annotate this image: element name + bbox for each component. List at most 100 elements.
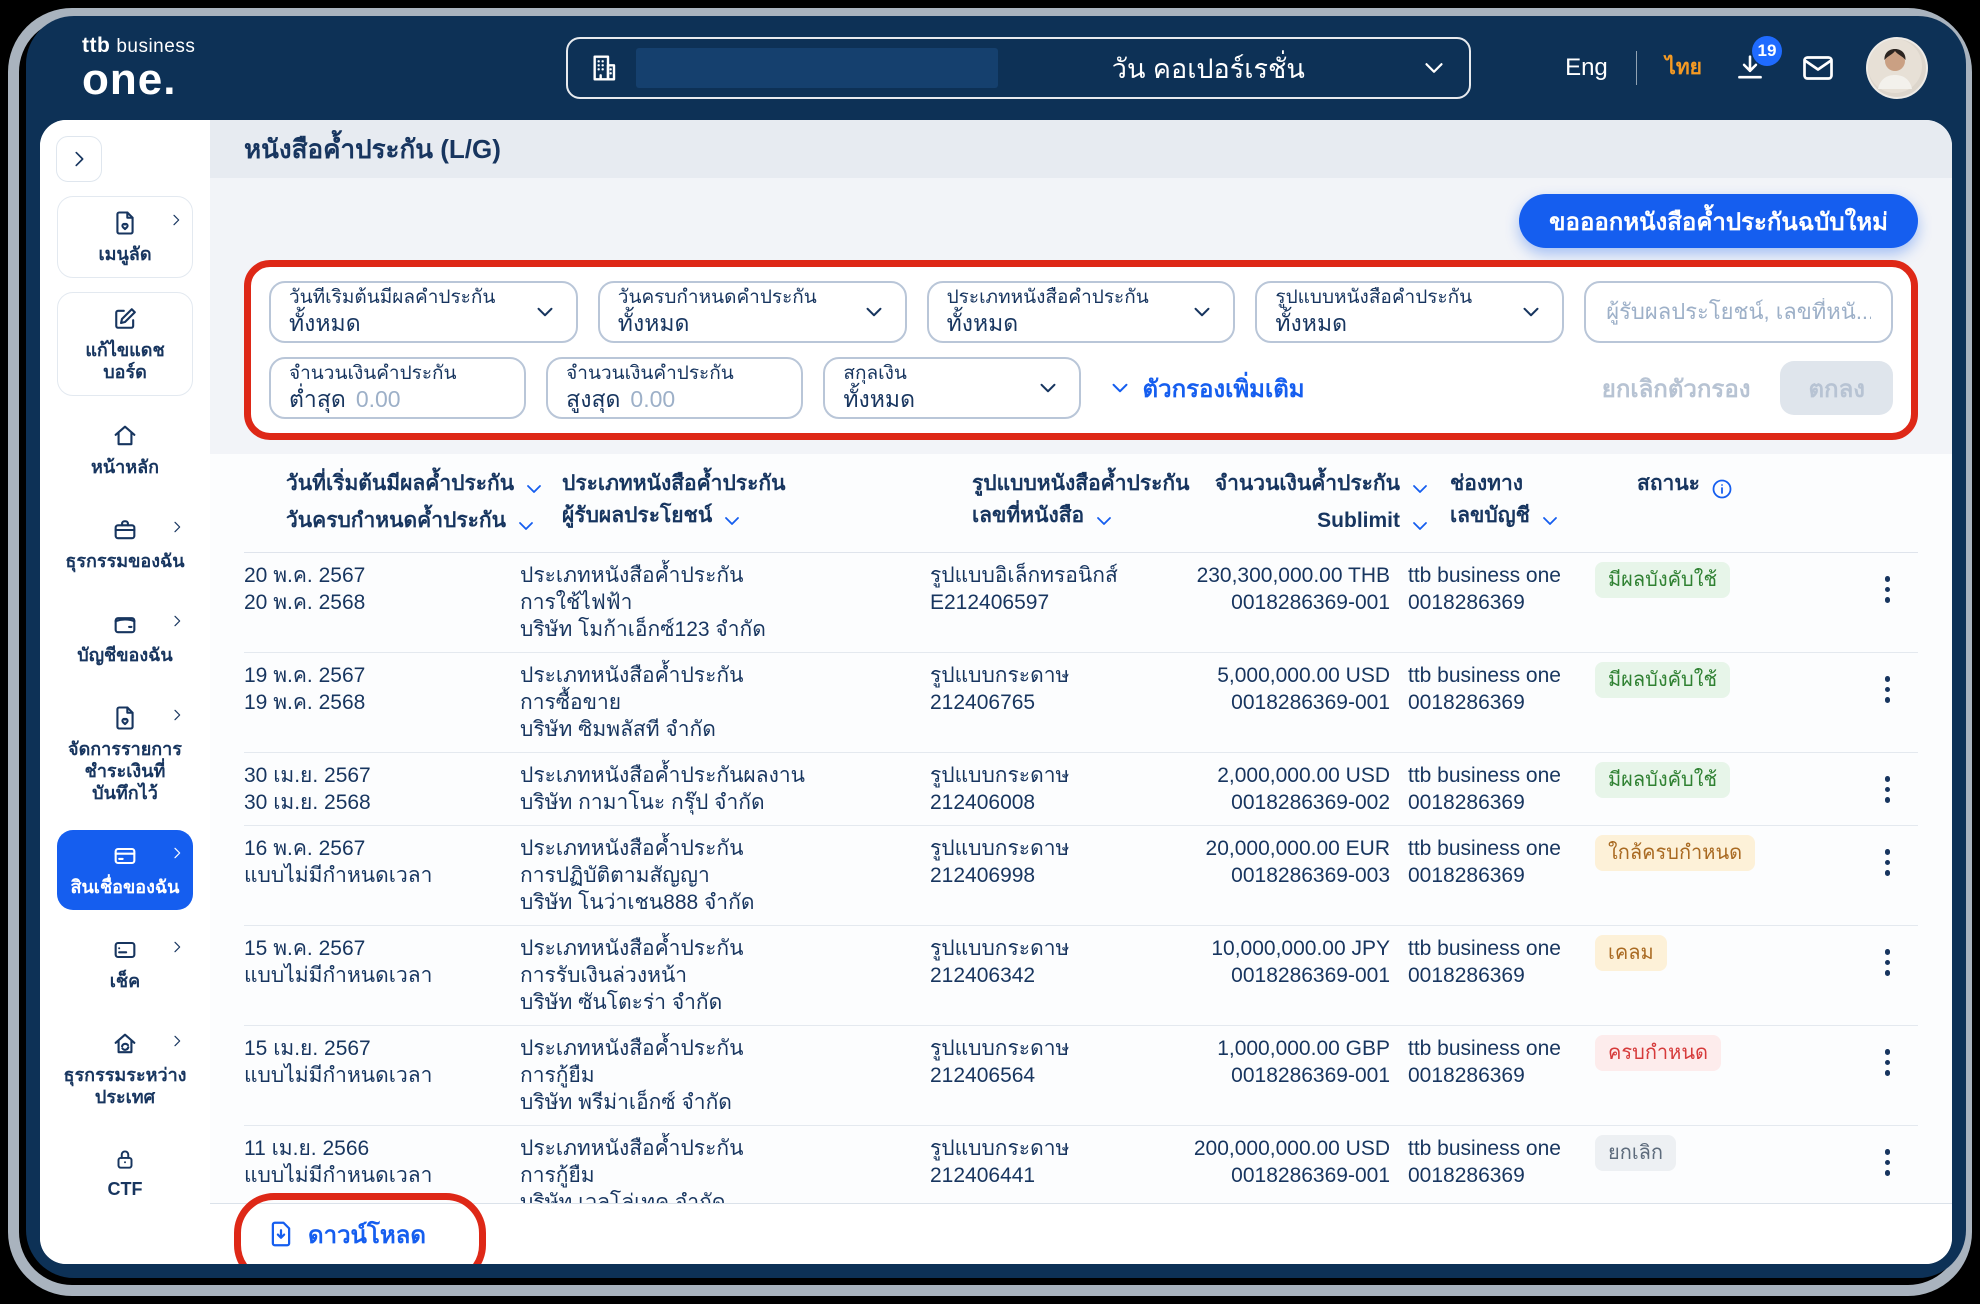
- chevron-down-icon: [1425, 63, 1443, 73]
- status-badge: ใกล้ครบกำหนด: [1595, 835, 1756, 871]
- filter-lg-format-dropdown[interactable]: รูปแบบหนังสือค้ำประกัน ทั้งหมด: [1255, 281, 1565, 343]
- logo-one: one.: [82, 54, 177, 104]
- header-actions: Eng ไทย 19: [1565, 36, 1928, 99]
- table-row[interactable]: 16 พ.ค. 2567 แบบไม่มีกำหนดเวลา ประเภทหนัง…: [244, 826, 1918, 926]
- sort-account-button[interactable]: [1538, 509, 1562, 532]
- table-row[interactable]: 20 พ.ค. 2567 20 พ.ค. 2568 ประเภทหนังสือค้…: [244, 553, 1918, 653]
- international-transfer-icon: [114, 1033, 136, 1054]
- sort-chevron-icon: [1542, 517, 1557, 526]
- sidebar-item-my-loans[interactable]: สินเชื่อของฉัน: [57, 830, 193, 910]
- app-window: ttb business one. วัน คอเปอร์เรชั่น Eng ไ…: [0, 0, 1980, 1304]
- chevron-right-icon: [174, 941, 181, 953]
- filter-amount-min-field[interactable]: จำนวนเงินค้ำประกัน ต่ำสุด 0.00: [269, 357, 527, 419]
- lock-icon: [117, 1150, 133, 1169]
- beneficiary-search-input[interactable]: [1604, 298, 1873, 326]
- sidebar-item-ctf[interactable]: CTF: [57, 1134, 193, 1212]
- language-toggle-eng[interactable]: Eng: [1565, 54, 1608, 82]
- logo-ttb: ttb: [82, 33, 111, 57]
- sort-sublimit-button[interactable]: [1408, 514, 1432, 537]
- user-avatar[interactable]: [1866, 37, 1928, 99]
- sort-chevron-icon: [527, 485, 542, 494]
- sidebar-item-home[interactable]: หน้าหลัก: [57, 410, 193, 490]
- apply-filters-button[interactable]: ตกลง: [1780, 361, 1893, 415]
- chevron-right-icon: [173, 214, 180, 226]
- row-menu-button[interactable]: [1881, 1145, 1895, 1180]
- company-selector[interactable]: วัน คอเปอร์เรชั่น: [566, 37, 1471, 99]
- main-area: หนังสือค้ำประกัน (L/G) ขอออกหนังสือค้ำปร…: [210, 120, 1952, 1264]
- status-info-button[interactable]: [1710, 477, 1734, 500]
- credit-card-icon: [114, 847, 136, 865]
- row-menu-button[interactable]: [1881, 1045, 1895, 1080]
- row-menu-button[interactable]: [1881, 772, 1895, 807]
- table-row[interactable]: 30 เม.ย. 2567 30 เม.ย. 2568 ประเภทหนังสือ…: [244, 753, 1918, 826]
- briefcase-icon: [114, 520, 136, 540]
- status-badge: มีผลบังคับใช้: [1595, 762, 1731, 798]
- chevron-right-icon: [75, 151, 84, 167]
- status-badge: เคลม: [1595, 935, 1667, 971]
- sidebar-item-my-transactions[interactable]: ธุรกรรมของฉัน: [57, 504, 193, 584]
- sidebar-item-shortcut-menu[interactable]: เมนูลัด: [57, 196, 193, 278]
- row-menu-button[interactable]: [1881, 945, 1895, 980]
- download-button[interactable]: ดาวน์โหลด: [266, 1215, 426, 1254]
- sidebar-item-cheque[interactable]: เช็ค: [57, 924, 193, 1004]
- row-menu-button[interactable]: [1881, 845, 1895, 880]
- sidebar-item-international-transactions[interactable]: ธุรกรรมระหว่างประเทศ: [57, 1018, 193, 1120]
- sort-chevron-icon: [725, 517, 740, 526]
- sidebar-expand-button[interactable]: [56, 136, 102, 182]
- more-filters-link[interactable]: ตัวกรองเพิ่มเติม: [1107, 369, 1305, 408]
- cheque-icon: [114, 941, 136, 959]
- table-row[interactable]: 15 เม.ย. 2567 แบบไม่มีกำหนดเวลา ประเภทหนั…: [244, 1026, 1918, 1126]
- filter-lg-type-dropdown[interactable]: ประเภทหนังสือค้ำประกัน ทั้งหมด: [926, 281, 1236, 343]
- chevron-down-icon: [866, 307, 882, 317]
- table-header: วันที่เริ่มต้นมีผลค้ำประกัน วันครบกำหนดค…: [244, 454, 1918, 553]
- envelope-icon: [1803, 56, 1833, 80]
- top-header: ttb business one. วัน คอเปอร์เรชั่น Eng ไ…: [26, 16, 1966, 120]
- clear-filters-button[interactable]: ยกเลิกตัวกรอง: [1602, 369, 1751, 408]
- sort-beneficiary-button[interactable]: [720, 509, 744, 532]
- avatar-image: [1868, 39, 1922, 93]
- chevron-down-icon: [537, 307, 553, 317]
- lg-table: วันที่เริ่มต้นมีผลค้ำประกัน วันครบกำหนดค…: [210, 454, 1952, 1203]
- info-icon: [1712, 480, 1732, 499]
- table-row[interactable]: 15 พ.ค. 2567 แบบไม่มีกำหนดเวลา ประเภทหนัง…: [244, 926, 1918, 1026]
- browser-window: ttb business one. วัน คอเปอร์เรชั่น Eng ไ…: [26, 16, 1966, 1278]
- redacted-company-block: [636, 48, 998, 88]
- filter-currency-dropdown[interactable]: สกุลเงิน ทั้งหมด: [823, 357, 1081, 419]
- ttb-business-one-logo: ttb business one.: [82, 35, 195, 102]
- filter-start-date-dropdown[interactable]: วันที่เริ่มต้นมีผลค้ำประกัน ทั้งหมด: [269, 281, 578, 343]
- logo-business: business: [116, 35, 196, 57]
- download-icon: [271, 1221, 291, 1247]
- row-menu-button[interactable]: [1881, 572, 1895, 607]
- mail-button[interactable]: [1798, 48, 1838, 88]
- download-center-button[interactable]: 19: [1730, 36, 1782, 88]
- sidebar-item-saved-payments[interactable]: จัดการรายการชำระเงินที่บันทึกไว้: [57, 692, 193, 816]
- request-new-lg-button[interactable]: ขอออกหนังสือค้ำประกันฉบับใหม่: [1519, 194, 1918, 248]
- document-heart-icon: [116, 706, 134, 730]
- chevron-right-icon: [174, 521, 181, 533]
- language-toggle-thai[interactable]: ไทย: [1665, 52, 1702, 84]
- chevron-right-icon: [174, 615, 181, 627]
- status-badge: ยกเลิก: [1595, 1135, 1677, 1171]
- edit-icon: [115, 308, 136, 329]
- status-badge: มีผลบังคับใช้: [1595, 662, 1731, 698]
- chevron-down-icon: [1194, 307, 1210, 317]
- sort-amount-button[interactable]: [1408, 477, 1432, 500]
- table-row[interactable]: 11 เม.ย. 2566 แบบไม่มีกำหนดเวลา ประเภทหนั…: [244, 1126, 1918, 1203]
- page-title-bar: หนังสือค้ำประกัน (L/G): [210, 120, 1952, 178]
- sort-start-date-button[interactable]: [522, 477, 546, 500]
- chevron-right-icon: [174, 1035, 181, 1047]
- sort-number-button[interactable]: [1092, 509, 1116, 532]
- filter-panel-annotated: วันที่เริ่มต้นมีผลค้ำประกัน ทั้งหมด วันคร…: [244, 260, 1918, 440]
- sidebar-item-edit-dashboard[interactable]: แก้ไขแดชบอร์ด: [57, 292, 193, 396]
- sidebar-item-my-accounts[interactable]: บัญชีของฉัน: [57, 598, 193, 678]
- row-menu-button[interactable]: [1881, 672, 1895, 707]
- filter-amount-max-field[interactable]: จำนวนเงินค้ำประกัน สูงสุด 0.00: [546, 357, 804, 419]
- sidebar: เมนูลัด แก้ไขแดชบอร์ด หน้าหลัก ธุรกรรมขอ…: [40, 120, 210, 1264]
- company-name: วัน คอเปอร์เรชั่น: [1111, 53, 1305, 84]
- filter-expiry-date-dropdown[interactable]: วันครบกำหนดค้ำประกัน ทั้งหมด: [597, 281, 907, 343]
- sort-end-date-button[interactable]: [514, 514, 538, 537]
- chevron-right-icon: [174, 709, 181, 721]
- chevron-down-icon: [1523, 307, 1539, 317]
- table-row[interactable]: 19 พ.ค. 2567 19 พ.ค. 2568 ประเภทหนังสือค้…: [244, 653, 1918, 753]
- wallet-icon: [114, 617, 136, 634]
